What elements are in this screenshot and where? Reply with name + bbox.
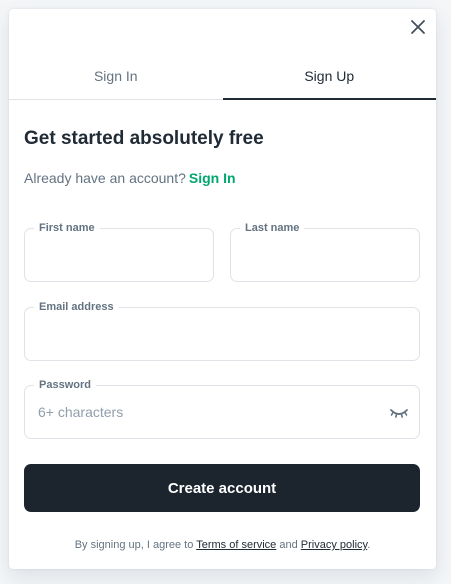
sign-up-dialog: Sign In Sign Up Get started absolutely f… xyxy=(9,9,436,569)
eye-closed-icon xyxy=(390,409,408,418)
signin-prompt-text: Already have an account? xyxy=(24,170,186,186)
signin-prompt: Already have an account? Sign In xyxy=(24,168,236,188)
close-button[interactable] xyxy=(408,17,428,37)
terms-notice: By signing up, I agree to Terms of servi… xyxy=(9,537,436,553)
close-icon xyxy=(411,20,425,34)
sign-in-link[interactable]: Sign In xyxy=(189,170,236,186)
email-field: Email address xyxy=(24,299,420,361)
email-input[interactable] xyxy=(25,308,419,360)
terms-suffix: . xyxy=(367,539,371,551)
tab-sign-in[interactable]: Sign In xyxy=(9,65,223,99)
tab-sign-up[interactable]: Sign Up xyxy=(222,65,437,100)
password-visibility-toggle[interactable] xyxy=(389,404,409,422)
password-input[interactable] xyxy=(25,386,419,438)
page-title: Get started absolutely free xyxy=(24,128,264,149)
last-name-field: Last name xyxy=(230,220,420,282)
create-account-button[interactable]: Create account xyxy=(24,464,420,512)
terms-prefix: By signing up, I agree to xyxy=(74,539,194,551)
first-name-input[interactable] xyxy=(25,229,213,281)
terms-of-service-link[interactable]: Terms of service xyxy=(196,539,276,551)
privacy-policy-link[interactable]: Privacy policy xyxy=(301,539,367,551)
terms-and: and xyxy=(279,539,298,551)
auth-tabs: Sign In Sign Up xyxy=(9,65,436,100)
first-name-field: First name xyxy=(24,220,214,282)
password-field: Password xyxy=(24,377,420,439)
last-name-input[interactable] xyxy=(231,229,419,281)
